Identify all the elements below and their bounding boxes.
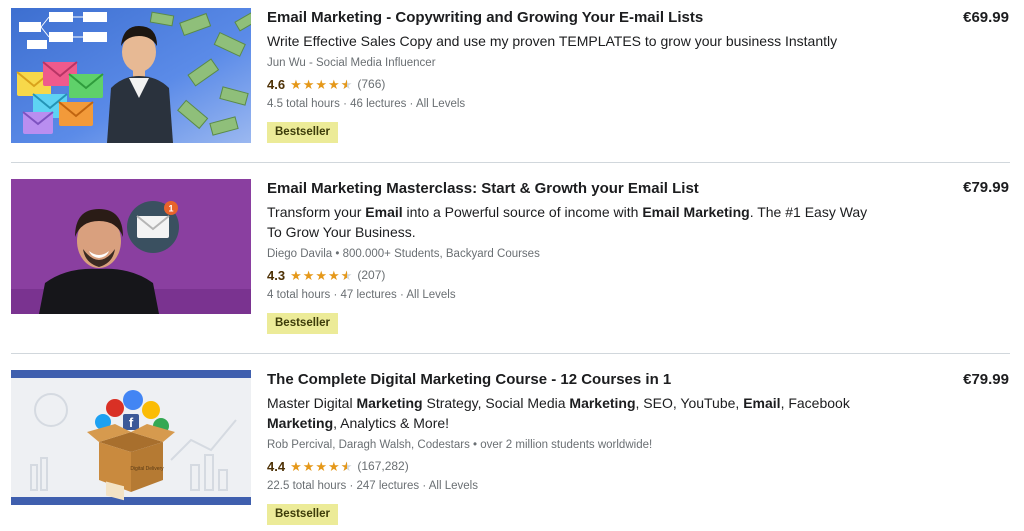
course-card[interactable]: Email Marketing - Copywriting and Growin… (0, 0, 1024, 162)
description-text: Transform your (267, 204, 366, 220)
description-text: , Facebook (780, 395, 850, 411)
course-price: €79.99 (963, 371, 1009, 388)
facebook-icon: f (129, 415, 134, 430)
course-card[interactable]: 1 Email Marketing Masterclass: Start & G… (0, 163, 1024, 353)
star-icon: ★ (302, 76, 315, 92)
thumbnail-image (11, 8, 251, 143)
course-meta: 4 total hours · 47 lectures · All Levels (267, 289, 456, 301)
description-keyword: Email (365, 204, 403, 220)
description-text: Master Digital (267, 395, 357, 411)
course-instructor: Rob Percival, Daragh Walsh, Codestars • … (267, 439, 653, 451)
description-text: , Analytics & More! (333, 415, 450, 431)
rating-count: (766) (357, 77, 386, 91)
star-icon: ★ (328, 267, 340, 283)
course-rating: 4.6 ★★★★★ (766) (267, 75, 877, 93)
course-instructor: Jun Wu - Social Media Influencer (267, 57, 436, 69)
star-icon: ★ (328, 458, 340, 474)
course-rating: 4.4 ★★★★★ (167,282) (267, 457, 877, 475)
course-title[interactable]: Email Marketing - Copywriting and Growin… (267, 8, 877, 27)
star-icon: ★ (315, 458, 328, 474)
course-description: Master Digital Marketing Strategy, Socia… (267, 393, 877, 433)
star-icon: ★ (315, 267, 328, 283)
rating-value: 4.4 (267, 458, 286, 474)
star-icon: ★ (328, 76, 340, 92)
description-text: Write Effective Sales Copy and use my pr… (267, 33, 838, 49)
course-thumbnail[interactable]: 1 (11, 179, 251, 314)
course-instructor: Diego Davila • 800.000+ Students, Backya… (267, 248, 540, 260)
description-keyword: Email Marketing (642, 204, 750, 220)
course-description: Write Effective Sales Copy and use my pr… (267, 31, 877, 51)
course-meta: 4.5 total hours · 46 lectures · All Leve… (267, 98, 466, 110)
course-thumbnail[interactable] (11, 8, 251, 143)
course-thumbnail[interactable]: f Digital Delivery (11, 370, 251, 505)
course-info: Email Marketing - Copywriting and Growin… (267, 8, 877, 143)
star-rating: ★ ★ ★ ★ ★ (290, 78, 353, 91)
course-info: The Complete Digital Marketing Course - … (267, 370, 877, 525)
description-text: into a Powerful source of income with (402, 204, 643, 220)
course-rating: 4.3 ★★★★★ (207) (267, 266, 877, 284)
star-icon: ★ (290, 458, 302, 474)
course-price: €69.99 (963, 9, 1009, 26)
course-title[interactable]: Email Marketing Masterclass: Start & Gro… (267, 179, 877, 198)
course-title[interactable]: The Complete Digital Marketing Course - … (267, 370, 877, 389)
star-icon: ★ (315, 76, 328, 92)
bestseller-badge: Bestseller (267, 504, 338, 525)
course-meta: 22.5 total hours · 247 lectures · All Le… (267, 480, 478, 492)
rating-count: (207) (357, 268, 386, 282)
bestseller-badge: Bestseller (267, 122, 338, 143)
course-card[interactable]: f Digital Delivery The Complete Digital … (0, 354, 1024, 531)
rating-count: (167,282) (357, 459, 409, 473)
description-keyword: Marketing (569, 395, 636, 411)
description-keyword: Marketing (267, 415, 334, 431)
description-text: , SEO, YouTube, (635, 395, 744, 411)
half-star-icon: ★ (341, 78, 353, 91)
description-keyword: Email (743, 395, 781, 411)
star-rating: ★ ★ ★ ★ ★ (290, 460, 353, 473)
rating-value: 4.6 (267, 76, 286, 92)
description-keyword: Marketing (356, 395, 423, 411)
star-rating: ★ ★ ★ ★ ★ (290, 269, 353, 282)
course-info: Email Marketing Masterclass: Start & Gro… (267, 179, 877, 334)
box-label: Digital Delivery (130, 466, 164, 472)
star-icon: ★ (290, 76, 302, 92)
bestseller-badge: Bestseller (267, 313, 338, 334)
star-icon: ★ (302, 458, 315, 474)
star-icon: ★ (302, 267, 315, 283)
course-description: Transform your Email into a Powerful sou… (267, 202, 877, 242)
notification-count: 1 (168, 204, 173, 214)
half-star-icon: ★ (341, 269, 353, 282)
thumbnail-image: 1 (11, 179, 251, 314)
half-star-icon: ★ (341, 460, 353, 473)
star-icon: ★ (290, 267, 302, 283)
rating-value: 4.3 (267, 267, 286, 283)
description-text: Strategy, Social Media (422, 395, 570, 411)
course-price: €79.99 (963, 179, 1009, 196)
thumbnail-image: f Digital Delivery (11, 370, 251, 505)
